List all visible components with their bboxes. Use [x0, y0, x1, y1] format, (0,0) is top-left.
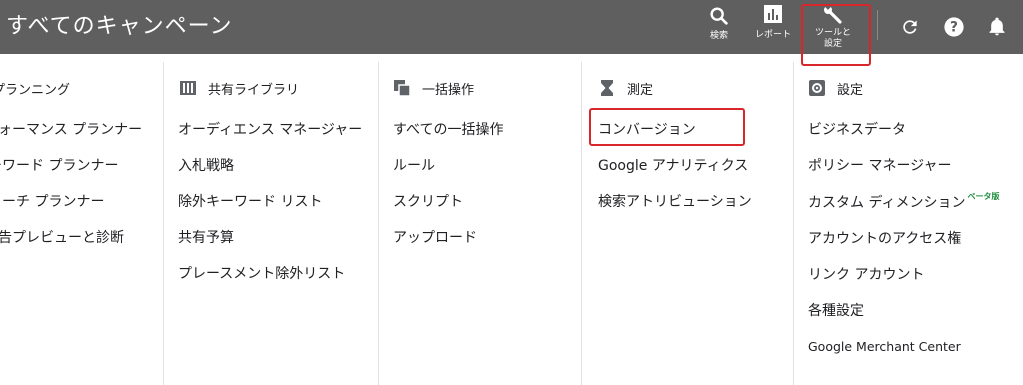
menu-item-google-analytics[interactable]: Google アナリティクス	[598, 156, 748, 176]
planning-title: プランニング	[0, 82, 71, 98]
shared-library-title: 共有ライブラリ	[208, 82, 300, 98]
beta-badge: ベータ版	[967, 192, 1000, 201]
copy-icon	[394, 80, 410, 96]
menu-item-reach-planner[interactable]: リーチ プランナー	[0, 192, 104, 212]
menu-item-conversions[interactable]: コンバージョン	[598, 120, 696, 140]
help-icon: ?	[944, 17, 964, 37]
menu-item-business-data[interactable]: ビジネスデータ	[808, 120, 906, 140]
svg-text:?: ?	[950, 20, 958, 36]
bulk-actions-title: 一括操作	[422, 82, 475, 98]
measurement-section-title: 測定	[599, 79, 654, 98]
setup-section-title: 設定	[809, 79, 864, 98]
menu-item-placement-exclusion-lists[interactable]: プレースメント除外リスト	[178, 264, 345, 284]
menu-item-negative-keyword-lists[interactable]: 除外キーワード リスト	[178, 192, 322, 212]
menu-item-keyword-planner[interactable]: キーワード プランナー	[0, 156, 118, 176]
help-button[interactable]: ?	[941, 0, 967, 54]
column-divider	[378, 62, 379, 385]
bell-icon	[989, 17, 1005, 36]
column-divider	[793, 62, 794, 385]
page-title: すべてのキャンペーン	[6, 14, 233, 39]
toolbar-divider	[877, 10, 878, 40]
hourglass-icon	[599, 80, 615, 96]
tools-label-line1: ツールと	[814, 28, 851, 38]
bar-chart-icon	[764, 5, 782, 23]
tools-and-settings-button[interactable]: ツールと 設定	[808, 0, 858, 54]
tools-label-line2: 設定	[823, 39, 842, 49]
refresh-button[interactable]	[898, 0, 922, 54]
planning-section-title: プランニング	[0, 79, 71, 98]
menu-item-preferences[interactable]: 各種設定	[808, 301, 864, 321]
menu-item-linked-accounts[interactable]: リンク アカウント	[808, 265, 924, 285]
menu-item-ad-preview[interactable]: 広告プレビューと診断	[0, 228, 124, 248]
menu-item-uploads[interactable]: アップロード	[393, 228, 477, 248]
report-label: レポート	[754, 30, 791, 40]
setup-title: 設定	[837, 82, 864, 98]
shared-library-section-title: 共有ライブラリ	[180, 79, 300, 98]
top-app-bar: すべてのキャンペーン 検索 レポート ツールと 設定 ?	[0, 0, 1023, 54]
menu-item-policy-manager[interactable]: ポリシー マネージャー	[808, 156, 951, 176]
menu-item-scripts[interactable]: スクリプト	[393, 192, 463, 212]
menu-item-all-bulk-actions[interactable]: すべての一括操作	[393, 120, 503, 140]
measurement-title: 測定	[627, 82, 654, 98]
menu-item-search-attribution[interactable]: 検索アトリビューション	[598, 192, 752, 212]
refresh-icon	[903, 20, 917, 34]
search-label: 検索	[709, 31, 728, 41]
menu-item-google-merchant-center[interactable]: Google Merchant Center	[808, 337, 961, 357]
bulk-actions-section-title: 一括操作	[394, 79, 475, 98]
library-icon	[180, 80, 196, 96]
wrench-icon	[824, 5, 842, 24]
menu-item-shared-budgets[interactable]: 共有予算	[178, 228, 234, 248]
menu-item-custom-dimensions[interactable]: カスタム ディメンション ベータ版	[808, 192, 1000, 213]
column-divider	[163, 62, 164, 385]
search-button[interactable]: 検索	[700, 0, 738, 54]
menu-item-rules[interactable]: ルール	[393, 156, 435, 176]
notifications-button[interactable]	[985, 0, 1009, 54]
menu-item-bid-strategies[interactable]: 入札戦略	[178, 156, 234, 176]
report-button[interactable]: レポート	[750, 0, 796, 54]
menu-item-performance-planner[interactable]: パフォーマンス プランナー	[0, 120, 142, 140]
menu-item-audience-manager[interactable]: オーディエンス マネージャー	[178, 120, 362, 140]
search-icon	[710, 7, 728, 25]
menu-item-account-access[interactable]: アカウントのアクセス権	[808, 229, 961, 249]
column-divider	[581, 62, 582, 385]
gear-icon	[809, 80, 825, 96]
custom-dimensions-label: カスタム ディメンション	[808, 195, 966, 211]
